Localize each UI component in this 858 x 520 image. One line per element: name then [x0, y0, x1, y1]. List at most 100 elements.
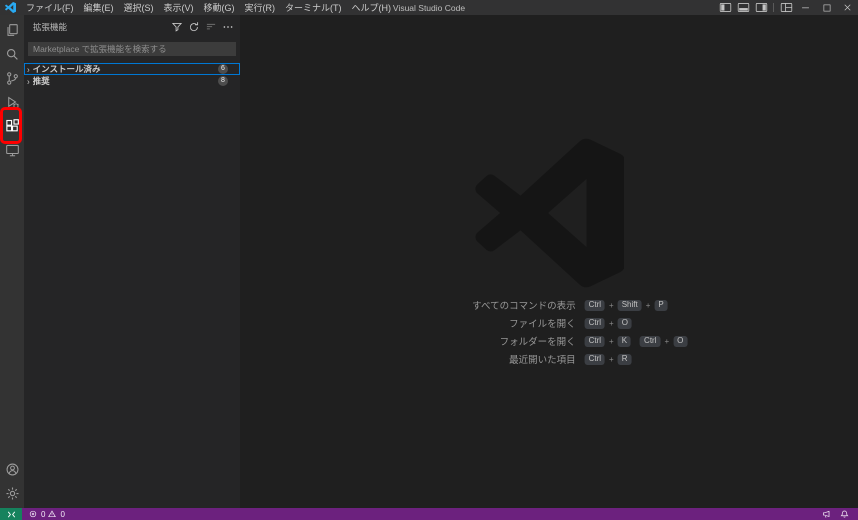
shortcut-label: ファイルを開く	[509, 319, 576, 330]
extensions-sections: › インストール済み 6 › 推奨 8	[24, 63, 240, 87]
menu-item-go[interactable]: 移動(G)	[199, 0, 240, 15]
activity-item-run-debug[interactable]	[0, 90, 24, 114]
clear-search-icon	[206, 23, 216, 30]
activity-item-search[interactable]	[0, 42, 24, 66]
key-separator: +	[645, 300, 651, 310]
activity-bar-bottom	[0, 457, 24, 508]
shortcut-row: ファイルを開く Ctrl + O	[406, 314, 693, 332]
key-separator: +	[609, 300, 614, 310]
warning-count: 0	[60, 509, 65, 519]
menu-item-file[interactable]: ファイル(F)	[21, 0, 79, 15]
remote-explorer-icon	[5, 144, 19, 156]
key-group: Ctrl + K	[584, 335, 632, 347]
feedback-button[interactable]	[822, 510, 831, 519]
menu-item-terminal[interactable]: ターミナル(T)	[280, 0, 347, 15]
key-separator: +	[609, 354, 614, 364]
close-button[interactable]	[837, 0, 858, 15]
extensions-sidebar: 拡張機能 ›	[24, 15, 240, 508]
shortcut-key: Ctrl	[584, 299, 606, 311]
shortcut-key: P	[654, 299, 668, 311]
source-control-icon	[6, 71, 18, 85]
shortcut-keys: Ctrl + K Ctrl + O	[584, 335, 693, 347]
vscode-watermark-icon	[475, 138, 624, 288]
key-group: Ctrl + O	[584, 317, 632, 329]
shortcut-key: Ctrl	[584, 317, 606, 329]
toggle-sidebar-left-button[interactable]	[716, 0, 734, 15]
toggle-sidebar-right-button[interactable]	[752, 0, 770, 15]
activity-item-extensions[interactable]	[0, 107, 24, 144]
section-label: インストール済み	[32, 64, 101, 74]
section-count-badge: 8	[218, 76, 228, 86]
shortcut-key: K	[617, 335, 632, 347]
vscode-window: ファイル(F) 編集(E) 選択(S) 表示(V) 移動(G) 実行(R) ターミナル(T)…	[0, 0, 858, 520]
section-label: 推奨	[32, 76, 50, 86]
shortcut-row: 最近開いた項目 Ctrl + R	[406, 350, 693, 368]
minimize-icon	[802, 7, 809, 9]
minimize-button[interactable]	[795, 0, 816, 15]
warning-icon	[48, 510, 57, 518]
title-bar: ファイル(F) 編集(E) 選択(S) 表示(V) 移動(G) 実行(R) ターミナル(T)…	[0, 0, 858, 15]
menu-item-help[interactable]: ヘルプ(H)	[347, 0, 397, 15]
activity-item-remote-explorer[interactable]	[0, 138, 24, 162]
menu-bar: ファイル(F) 編集(E) 選択(S) 表示(V) 移動(G) 実行(R) ターミナル(T)…	[21, 0, 396, 15]
settings-button[interactable]	[0, 481, 24, 505]
error-count: 0	[41, 509, 46, 519]
extensions-search-input[interactable]	[28, 42, 236, 56]
chevron-right-icon: ›	[27, 64, 30, 74]
shortcut-label: すべてのコマンドの表示	[472, 301, 576, 312]
shortcut-key: Ctrl	[640, 335, 661, 347]
customize-layout-icon	[780, 3, 792, 12]
shortcut-key: O	[673, 335, 688, 347]
customize-layout-button[interactable]	[777, 0, 795, 15]
shortcut-row: すべてのコマンドの表示 Ctrl + Shift + P	[406, 296, 693, 314]
shortcut-keys: Ctrl + Shift + P	[584, 299, 673, 311]
more-actions-button[interactable]	[222, 21, 234, 33]
section-count-badge: 6	[218, 64, 228, 74]
status-bar: 0 0	[0, 508, 858, 520]
shortcut-key: Ctrl	[584, 353, 606, 365]
chevron-right-icon: ›	[27, 76, 30, 86]
files-icon	[6, 23, 18, 36]
layout-sidebar-left-icon	[719, 3, 731, 12]
menu-item-run[interactable]: 実行(R)	[240, 0, 281, 15]
shortcut-keys: Ctrl + R	[584, 353, 637, 365]
shortcut-key: R	[617, 353, 632, 365]
layout-sidebar-right-icon	[755, 3, 767, 12]
toggle-panel-button[interactable]	[734, 0, 752, 15]
remote-icon	[7, 511, 15, 517]
section-installed[interactable]: › インストール済み 6	[24, 63, 240, 75]
maximize-icon	[823, 4, 830, 11]
error-icon	[29, 510, 37, 518]
account-icon	[6, 463, 18, 475]
key-group: Ctrl + R	[584, 353, 632, 365]
filter-button[interactable]	[171, 21, 183, 33]
watermark-shortcuts: すべてのコマンドの表示 Ctrl + Shift + P ファイルを開く Ctrl + O フォルダ…	[406, 296, 693, 368]
remote-indicator[interactable]	[0, 508, 22, 520]
menu-item-edit[interactable]: 編集(E)	[79, 0, 119, 15]
menu-item-view[interactable]: 表示(V)	[159, 0, 199, 15]
activity-item-source-control[interactable]	[0, 66, 24, 90]
key-group: Ctrl + Shift + P	[584, 299, 668, 311]
accounts-button[interactable]	[0, 457, 24, 481]
refresh-button[interactable]	[188, 21, 200, 33]
extensions-panel-title: 拡張機能	[33, 22, 68, 32]
clear-search-results-button[interactable]	[205, 21, 217, 33]
shortcut-row: フォルダーを開く Ctrl + K Ctrl + O	[406, 332, 693, 350]
key-separator: +	[609, 318, 614, 328]
vscode-logo-icon	[5, 2, 16, 13]
section-recommended[interactable]: › 推奨 8	[24, 75, 240, 87]
notifications-button[interactable]	[840, 510, 849, 519]
extensions-panel-header: 拡張機能	[24, 15, 240, 35]
extensions-search	[28, 39, 236, 57]
shortcut-label: フォルダーを開く	[499, 337, 576, 348]
debug-icon	[7, 96, 19, 109]
more-actions-icon	[223, 26, 233, 28]
activity-item-explorer[interactable]	[0, 18, 24, 42]
filter-icon	[171, 22, 183, 32]
close-icon	[844, 4, 851, 11]
menu-item-selection[interactable]: 選択(S)	[119, 0, 159, 15]
key-separator: +	[609, 336, 614, 346]
problems-status[interactable]: 0 0	[22, 508, 72, 520]
maximize-button[interactable]	[816, 0, 837, 15]
search-icon	[6, 48, 18, 60]
